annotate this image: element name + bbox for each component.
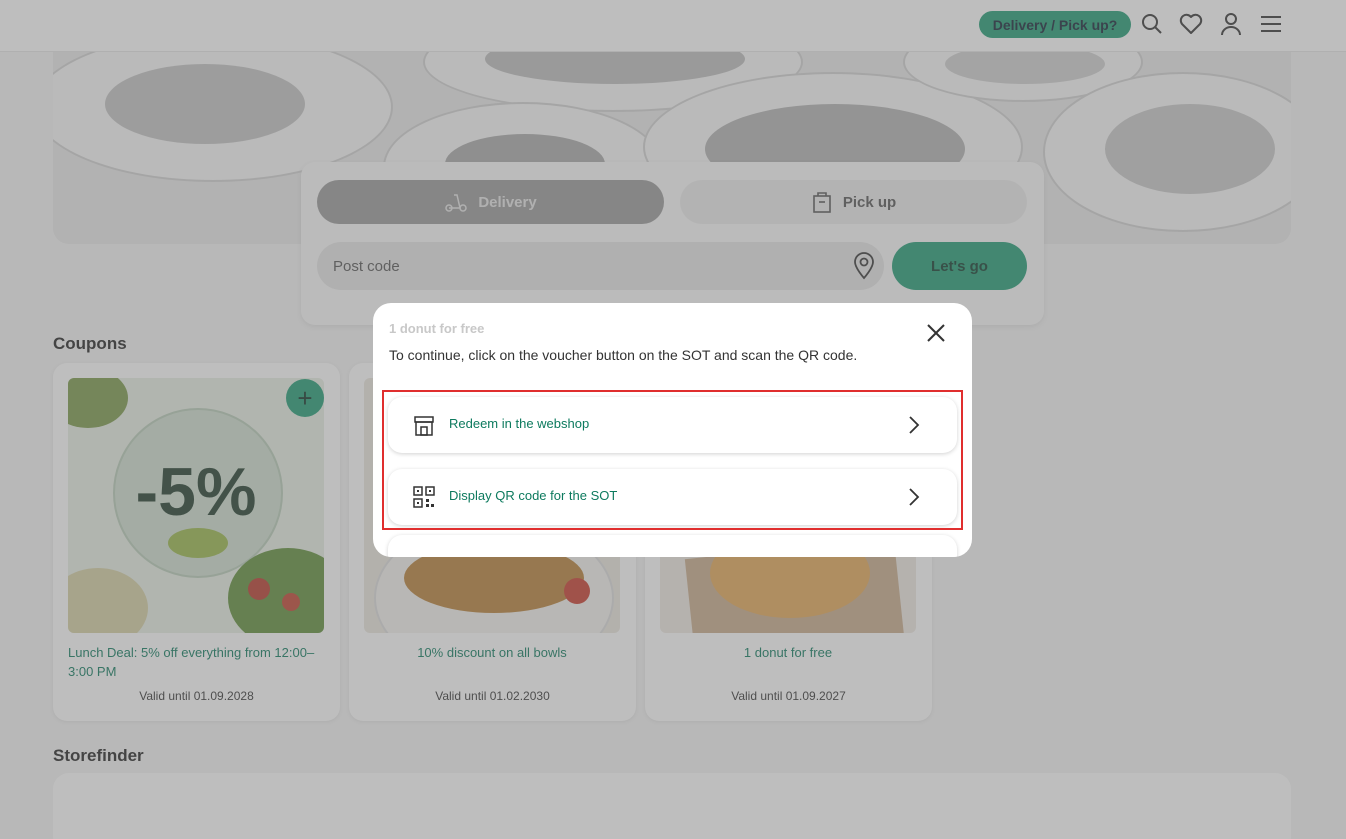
option-label: Redeem in the webshop <box>449 416 590 431</box>
voucher-modal: 1 donut for free To continue, click on t… <box>373 303 972 557</box>
qr-code-icon <box>412 485 436 509</box>
display-qr-option[interactable]: Display QR code for the SOT <box>388 469 957 525</box>
hidden-option-edge <box>388 535 957 557</box>
redeem-webshop-option[interactable]: Redeem in the webshop <box>388 397 957 453</box>
store-icon <box>412 413 436 437</box>
modal-title: 1 donut for free <box>389 321 485 336</box>
modal-description: To continue, click on the voucher button… <box>389 347 858 363</box>
close-icon[interactable] <box>922 319 950 347</box>
chevron-right-icon <box>907 487 921 507</box>
option-label: Display QR code for the SOT <box>449 488 618 503</box>
chevron-right-icon <box>907 415 921 435</box>
